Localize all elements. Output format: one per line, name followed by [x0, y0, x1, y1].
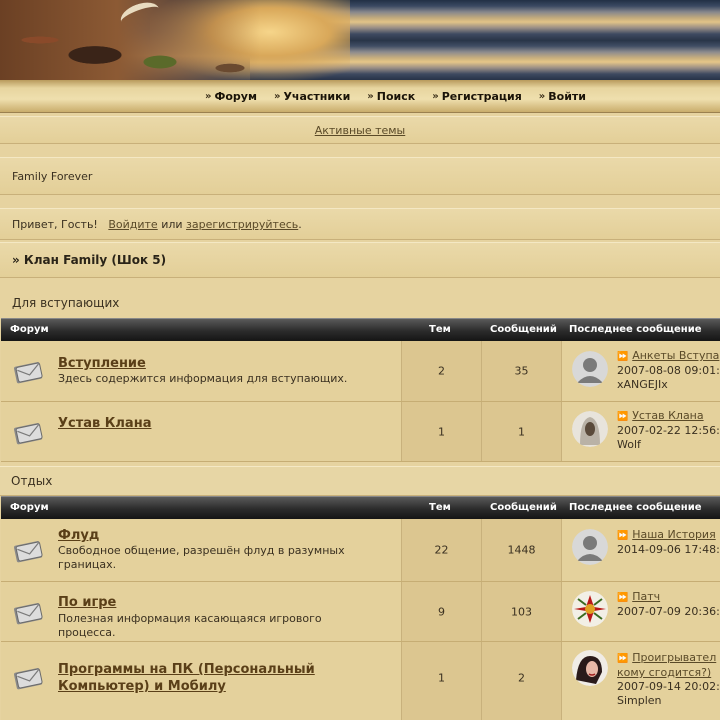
greeting-suffix: . — [298, 218, 302, 231]
col-topics: Тем — [429, 324, 451, 335]
col-forum: Форум — [10, 502, 49, 513]
user-silhouette-icon[interactable] — [572, 351, 608, 387]
post-count: 103 — [511, 605, 532, 618]
last-post-topic[interactable]: Патч — [632, 590, 660, 603]
envelope-icon — [14, 602, 43, 624]
user-avatar-flower-icon[interactable] — [572, 591, 608, 627]
site-title: Family Forever — [12, 170, 93, 183]
greeting-bar: Привет, Гость! Войдите или зарегистрируй… — [0, 208, 720, 240]
table-header: Форум Тем Сообщений Последнее сообщение — [1, 496, 720, 519]
post-count: 1 — [518, 425, 525, 438]
section-band-rest: Отдых — [0, 466, 720, 496]
last-post-topic-continued[interactable]: кому сгодится?) — [617, 666, 711, 679]
double-chevron-icon: » — [367, 90, 374, 102]
forum-description: Здесь содержится информация для вступающ… — [58, 372, 348, 385]
col-forum: Форум — [10, 324, 49, 335]
last-post-date: 2007-08-08 09:01: — [617, 364, 720, 377]
go-to-post-icon[interactable]: ⏩ — [617, 654, 628, 664]
greeting-or: или — [161, 218, 183, 231]
forum-description: Свободное общение, разрешён флуд в разум… — [58, 544, 345, 571]
col-topics: Тем — [429, 502, 451, 513]
active-topics-bar: Активные темы — [0, 116, 720, 144]
site-title-bar: Family Forever — [0, 157, 720, 195]
post-count: 1448 — [507, 543, 536, 557]
user-avatar-girl-icon[interactable] — [572, 650, 608, 686]
nav-members[interactable]: » Участники — [274, 90, 350, 103]
forum-row: Флуд Свободное общение, разрешён флуд в … — [1, 519, 720, 582]
breadcrumb-bar: » Клан Family (Шок 5) — [0, 242, 720, 278]
active-topics-link[interactable]: Активные темы — [315, 124, 406, 137]
last-post-topic[interactable]: Наша История — [632, 528, 715, 541]
double-chevron-icon: » — [432, 90, 439, 102]
last-post-user: Simplen — [617, 694, 662, 707]
login-link[interactable]: Войдите — [108, 218, 157, 231]
double-chevron-icon: » — [205, 90, 212, 102]
nav-search[interactable]: » Поиск — [367, 90, 415, 103]
envelope-icon — [14, 541, 43, 563]
go-to-post-icon[interactable]: ⏩ — [617, 531, 628, 541]
last-post-date: 2007-02-22 12:56: — [617, 424, 720, 437]
go-to-post-icon[interactable]: ⏩ — [617, 352, 628, 362]
register-link[interactable]: зарегистрируйтесь — [186, 218, 298, 231]
col-posts: Сообщений — [490, 502, 557, 513]
forum-title[interactable]: Вступление — [58, 356, 146, 371]
topic-count: 9 — [438, 605, 445, 618]
last-post-topic[interactable]: Анкеты Вступа — [632, 349, 719, 362]
last-post-date: 2014-09-06 17:48: — [617, 543, 720, 556]
greeting-text: Привет, Гость! Войдите или зарегистрируй… — [12, 218, 302, 231]
nav-register[interactable]: » Регистрация — [432, 90, 522, 103]
forum-title[interactable]: По игре — [58, 595, 116, 610]
user-avatar-hooded-icon[interactable] — [572, 411, 608, 447]
greeting-prefix: Привет, Гость! — [12, 218, 98, 231]
double-chevron-icon: » — [538, 90, 546, 102]
forum-title[interactable]: Устав Клана — [58, 416, 151, 431]
last-post-date: 2007-09-14 20:02: — [617, 680, 720, 693]
last-post-date: 2007-07-09 20:36: — [617, 605, 720, 618]
topic-count: 1 — [438, 671, 445, 685]
last-post-topic[interactable]: Устав Клана — [632, 409, 703, 422]
topic-count: 2 — [438, 364, 445, 378]
col-last-post: Последнее сообщение — [569, 502, 702, 513]
forum-title[interactable]: Программы на ПК (Персональный Компьютер)… — [58, 661, 358, 695]
header-banner — [0, 0, 720, 80]
double-chevron-icon: » — [273, 90, 281, 102]
section-title-joining: Для вступающих — [12, 296, 120, 310]
envelope-icon — [14, 668, 43, 690]
go-to-post-icon[interactable]: ⏩ — [617, 593, 628, 603]
last-post-user: Wolf — [617, 438, 641, 451]
forum-row: Устав Клана 1 1 ⏩ Устав Клана 2007-02-22 … — [1, 402, 720, 462]
go-to-post-icon[interactable]: ⏩ — [617, 412, 628, 422]
section-title-rest: Отдых — [11, 474, 53, 488]
forum-title[interactable]: Флуд — [58, 528, 99, 543]
topic-count: 22 — [434, 543, 449, 557]
last-post-topic[interactable]: Проигрывател — [632, 651, 716, 664]
post-count: 2 — [518, 671, 525, 685]
last-post-user: xANGEJIx — [617, 378, 668, 391]
main-navigation: » Форум » Участники » Поиск » Регистраци… — [0, 80, 720, 113]
forum-description: Полезная информация касающаяся игрового … — [58, 612, 322, 639]
forum-row: Вступление Здесь содержится информация д… — [1, 341, 720, 402]
nav-login[interactable]: » Войти — [539, 90, 586, 103]
forum-row: Программы на ПК (Персональный Компьютер)… — [1, 642, 720, 720]
col-last-post: Последнее сообщение — [569, 324, 702, 335]
col-posts: Сообщений — [490, 324, 557, 335]
table-header: Форум Тем Сообщений Последнее сообщение — [1, 318, 720, 341]
nav-forum[interactable]: » Форум — [205, 90, 257, 103]
breadcrumb[interactable]: » Клан Family (Шок 5) — [12, 253, 166, 267]
post-count: 35 — [514, 364, 529, 378]
envelope-icon — [14, 362, 43, 384]
topic-count: 1 — [438, 425, 445, 438]
user-silhouette-icon[interactable] — [572, 529, 608, 565]
forum-row: По игре Полезная информация касающаяся и… — [1, 582, 720, 642]
envelope-icon — [14, 422, 43, 444]
